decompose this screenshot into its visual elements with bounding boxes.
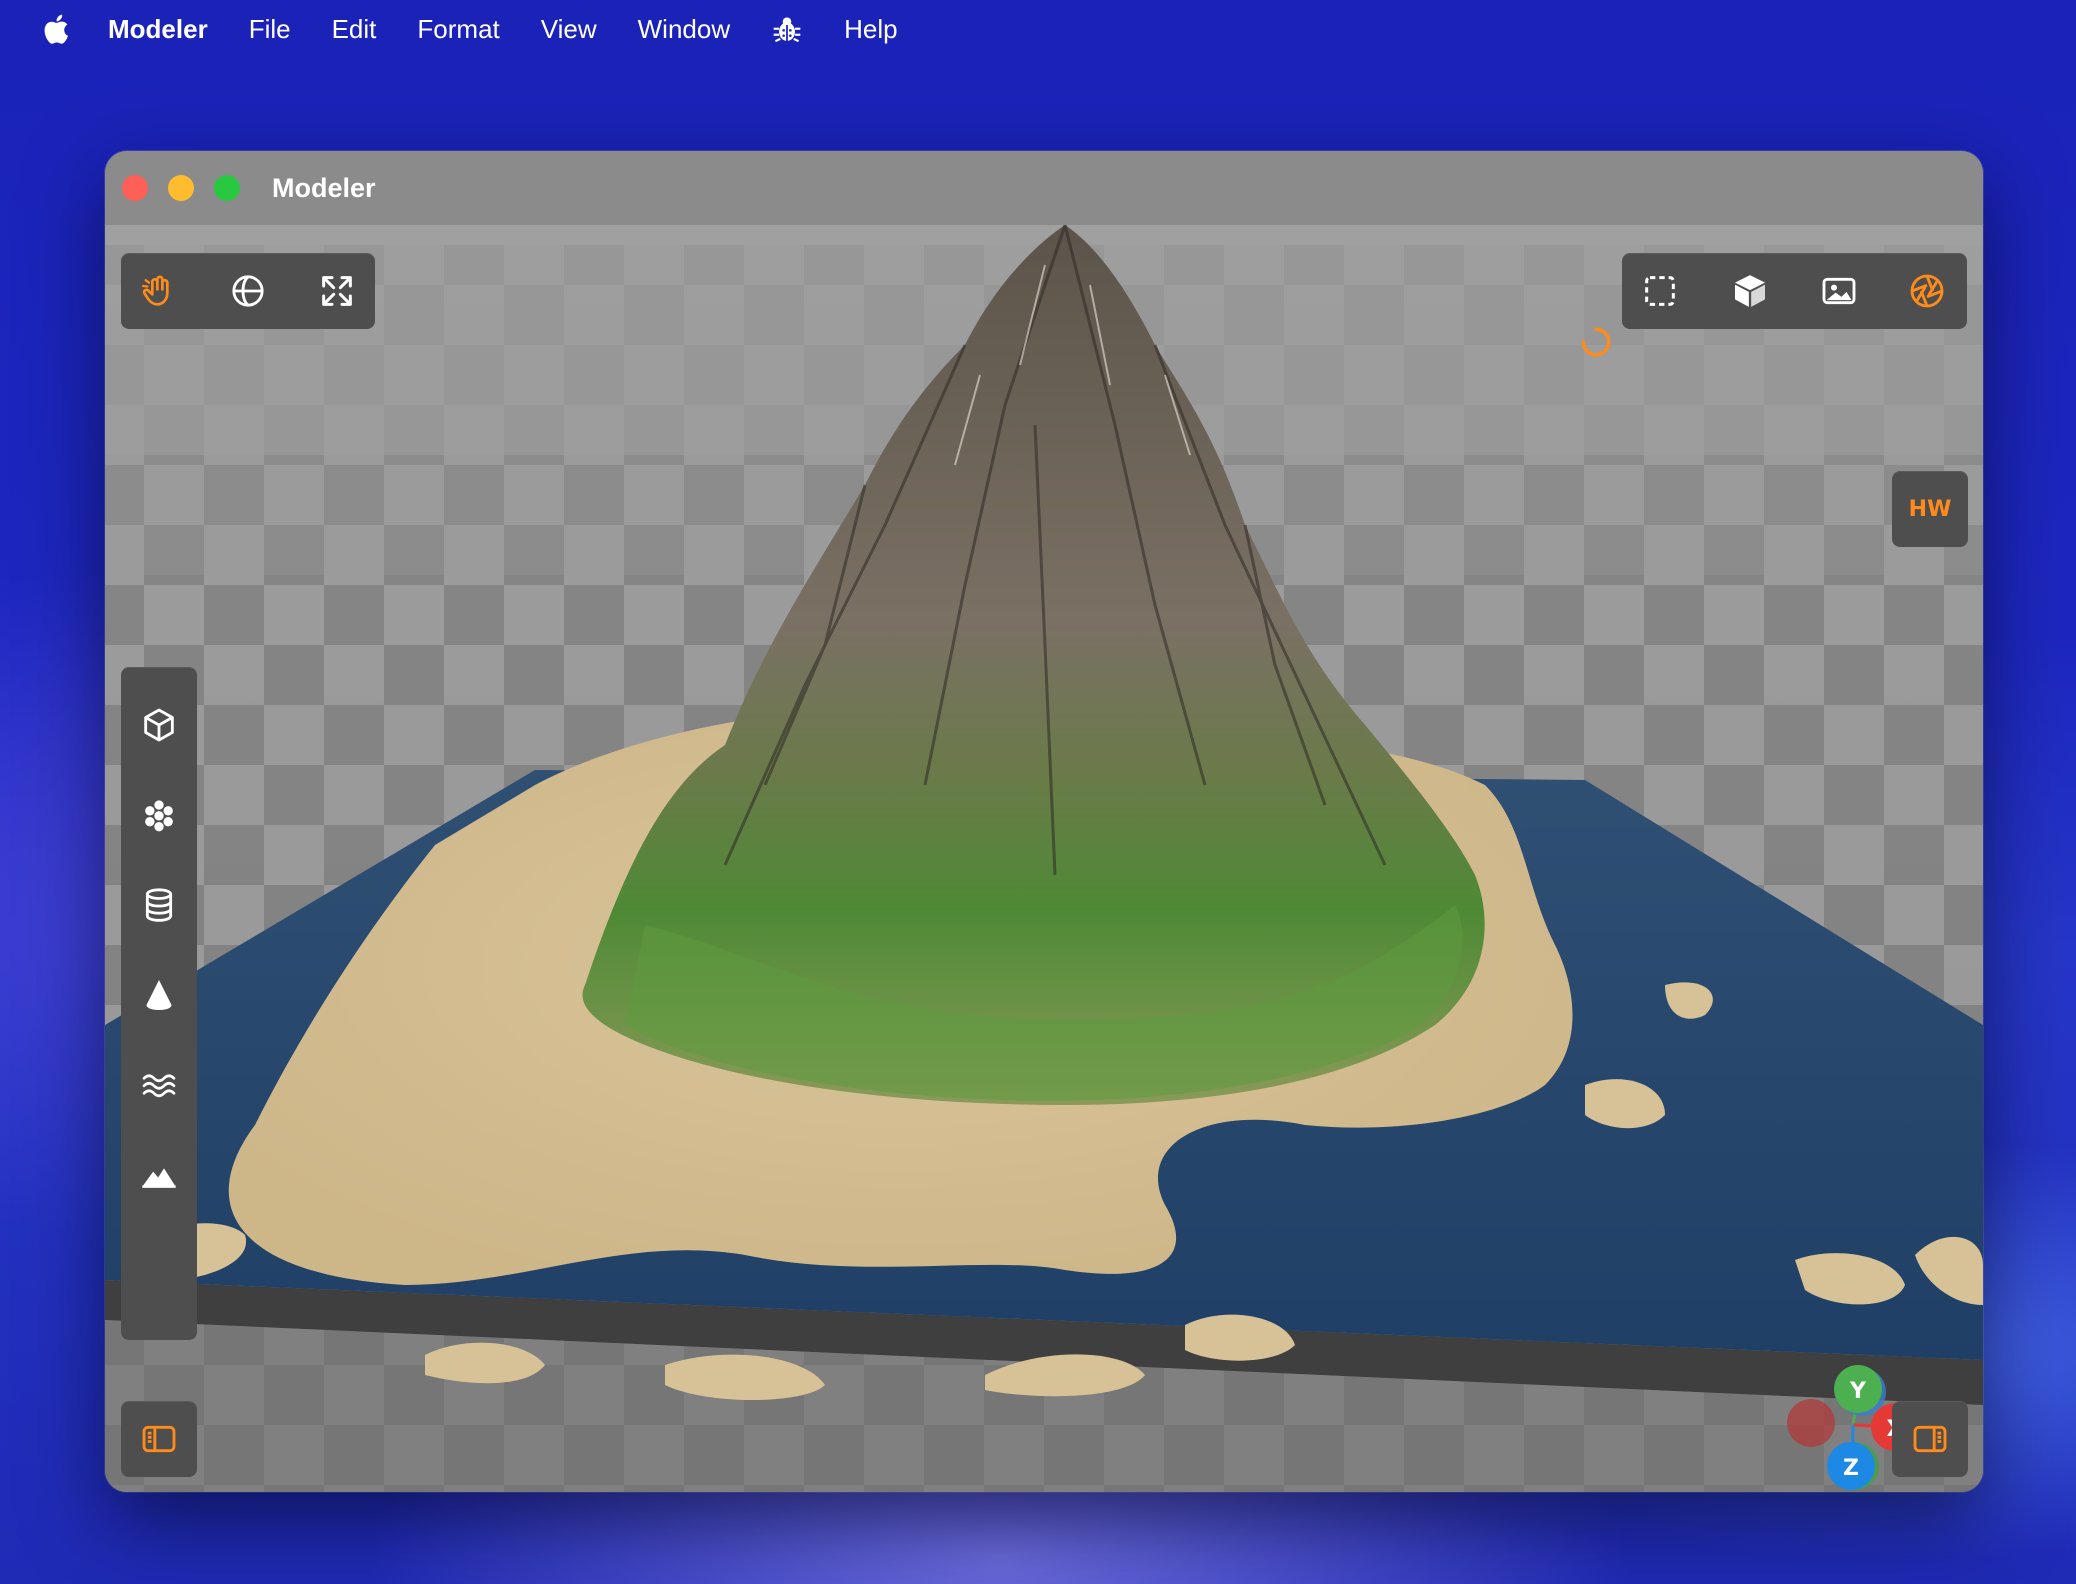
menu-window[interactable]: Window (638, 14, 730, 45)
terrain-render[interactable] (105, 225, 1983, 1492)
terrain-button[interactable] (127, 1143, 191, 1207)
negative-x-handle[interactable] (1787, 1399, 1835, 1447)
menu-bar: Modeler File Edit Format View Window Hel… (0, 0, 2076, 58)
cone-icon (146, 980, 172, 1010)
menu-help[interactable]: Help (844, 14, 897, 45)
apple-icon[interactable] (40, 12, 70, 46)
water-button[interactable] (127, 1053, 191, 1117)
modeler-window: Modeler HW Y Z (105, 151, 1983, 1492)
menu-app-name[interactable]: Modeler (108, 14, 208, 45)
select-region-button[interactable] (1628, 259, 1692, 323)
water-waves-icon (142, 1074, 176, 1098)
hand-tool-icon (142, 275, 169, 306)
object-mode-button[interactable] (1718, 259, 1782, 323)
fit-view-button[interactable] (305, 259, 369, 323)
loading-spinner-icon (1581, 327, 1611, 357)
data-store-button[interactable] (127, 873, 191, 937)
camera-settings-button[interactable] (1895, 259, 1959, 323)
navigation-toolbar (121, 253, 375, 329)
render-toolbar (1622, 253, 1967, 329)
toggle-right-sidebar-button[interactable] (1892, 1401, 1968, 1477)
object-toolbar (121, 667, 197, 1340)
database-icon (145, 888, 173, 922)
render-image-button[interactable] (1807, 259, 1871, 323)
particles-icon (145, 800, 173, 832)
z-axis-label: Z (1843, 1456, 1859, 1481)
hand-tool-button[interactable] (127, 259, 191, 323)
cube-outline-icon (144, 708, 174, 742)
menu-edit[interactable]: Edit (332, 14, 377, 45)
image-icon (1822, 277, 1856, 305)
zoom-button[interactable] (214, 175, 240, 201)
minimize-button[interactable] (168, 175, 194, 201)
orbit-button[interactable] (216, 259, 280, 323)
bug-icon[interactable] (771, 13, 803, 45)
toggle-left-sidebar-button[interactable] (121, 1401, 197, 1477)
terrain-icon (142, 1168, 176, 1188)
add-primitive-button[interactable] (127, 693, 191, 757)
menu-format[interactable]: Format (417, 14, 499, 45)
3d-viewport[interactable]: HW Y Z (105, 225, 1983, 1492)
globe-icon (232, 275, 264, 307)
title-bar: Modeler (105, 151, 1983, 225)
window-title: Modeler (272, 172, 376, 203)
menu-view[interactable]: View (541, 14, 597, 45)
sidebar-left-icon (142, 1425, 176, 1453)
y-axis-label: Y (1849, 1379, 1867, 1404)
particles-button[interactable] (127, 783, 191, 847)
selection-rect-icon (1645, 276, 1675, 306)
hardware-render-button[interactable]: HW (1892, 471, 1968, 547)
sidebar-right-icon (1913, 1425, 1947, 1453)
cone-primitive-button[interactable] (127, 963, 191, 1027)
close-button[interactable] (122, 175, 148, 201)
hw-label: HW (1908, 496, 1952, 522)
menu-file[interactable]: File (249, 14, 291, 45)
aperture-icon (1910, 274, 1944, 308)
cube-icon (1735, 275, 1765, 307)
expand-arrows-icon (322, 276, 352, 306)
